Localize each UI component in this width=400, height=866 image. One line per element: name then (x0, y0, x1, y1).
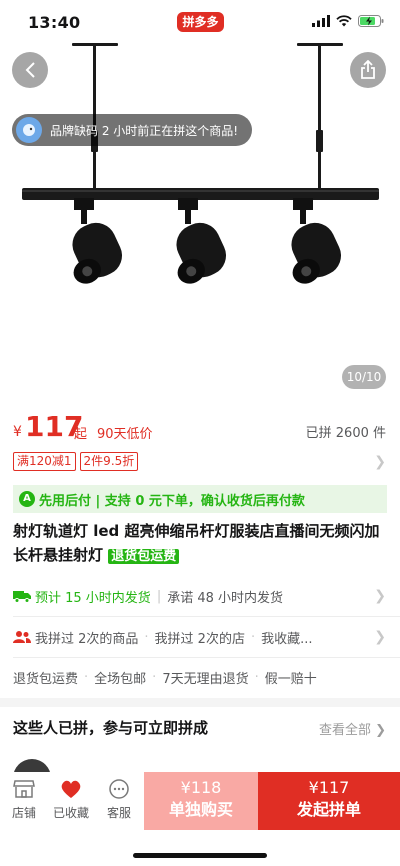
recent-buyer-toast: 品牌缺码 2 小时前正在拼这个商品! (12, 114, 253, 146)
sold-count: 已拼 2600 件 (305, 426, 386, 441)
buy-alone-price: ¥118 (180, 778, 222, 797)
share-icon (361, 60, 375, 79)
promo-row[interactable]: 满120减1 2件9.5折 ❯ (13, 452, 386, 474)
services-row[interactable]: 退货包运费 · 全场包邮 · 7天无理由退货 · 假一赔十 (13, 659, 386, 695)
signal-icon (312, 15, 330, 27)
group-buy-price: ¥117 (308, 778, 350, 797)
view-all-link[interactable]: 查看全部 ❯ (319, 719, 386, 738)
spotlight-2 (176, 198, 227, 284)
buy-alone-button[interactable]: ¥118 单独购买 (144, 772, 258, 830)
heart-filled-icon (61, 780, 81, 798)
section-separator (0, 698, 400, 707)
store-button[interactable]: 店铺 (2, 778, 46, 821)
spotlight-3 (291, 198, 342, 284)
divider (13, 616, 400, 617)
buyer-avatar (16, 117, 42, 143)
product-image (22, 43, 379, 284)
status-time: 13:40 (28, 13, 81, 32)
store-icon (13, 780, 35, 798)
bird-avatar-icon (23, 124, 35, 136)
image-counter: 10/10 (342, 365, 386, 389)
chat-bubble-icon (109, 779, 129, 799)
product-title: 射灯轨道灯 led 超亮伸缩吊杆灯服装店直播间无频闪加长杆悬挂射灯 退货包运费 (13, 519, 387, 569)
wifi-icon (336, 15, 352, 27)
toast-text: 品牌缺码 2 小时前正在拼这个商品! (50, 123, 239, 138)
service-item: 退货包运费 (13, 671, 79, 687)
shipping-estimate: 预计 15 小时内发货 (35, 590, 151, 606)
product-gallery[interactable]: 品牌缺码 2 小时前正在拼这个商品! 10/10 (0, 0, 400, 400)
status-bar: 13:40 拼多多 (0, 0, 400, 44)
chevron-right-icon: ❯ (374, 454, 386, 470)
product-title-text: 射灯轨道灯 led 超亮伸缩吊杆灯服装店直播间无频闪加长杆悬挂射灯 (13, 522, 380, 564)
service-item: 全场包邮 (94, 671, 147, 687)
separator: · (254, 669, 259, 685)
separator: | (156, 588, 162, 604)
store-label: 店铺 (11, 806, 36, 820)
price-suffix: 起 (74, 427, 88, 442)
home-indicator (133, 853, 267, 858)
status-icons (312, 15, 384, 27)
separator: · (152, 669, 157, 685)
group-buy-label: 发起拼单 (296, 800, 361, 819)
app-logo: 拼多多 (177, 12, 224, 32)
favorite-label: 已收藏 (52, 806, 89, 820)
history-item: 我拼过 2次的店 (154, 631, 245, 647)
shipping-promise: 承诺 48 小时内发货 (167, 590, 284, 606)
truck-icon (13, 591, 31, 603)
price-symbol: ¥ (13, 424, 22, 440)
history-item: 我收藏... (261, 631, 313, 647)
users-icon (13, 631, 31, 643)
start-group-buy-button[interactable]: ¥117 发起拼单 (258, 772, 400, 830)
separator: · (84, 669, 89, 685)
pay-later-icon: A (19, 491, 35, 507)
favorite-button[interactable]: 已收藏 (49, 778, 93, 821)
pay-later-text: 先用后付 | 支持 0 元下单，确认收货后再付款 (39, 493, 305, 509)
bottom-action-bar: 店铺 已收藏 客服 ¥118 单独购买 ¥117 发起拼单 (0, 772, 400, 830)
group-buy-title: 这些人已拼，参与可立即拼成 (13, 719, 209, 737)
chevron-right-icon: ❯ (375, 723, 386, 738)
promo-tag: 满120减1 (13, 452, 76, 471)
chevron-right-icon: ❯ (374, 629, 386, 645)
service-item: 假一赔十 (264, 671, 317, 687)
buy-alone-label: 单独购买 (168, 800, 233, 819)
customer-service-label: 客服 (106, 806, 131, 820)
spotlight-1 (72, 198, 123, 284)
customer-service-button[interactable]: 客服 (97, 778, 141, 821)
share-button[interactable] (350, 52, 386, 88)
chevron-right-icon: ❯ (374, 588, 386, 604)
pay-later-banner[interactable]: A 先用后付 | 支持 0 元下单，确认收货后再付款 (13, 485, 387, 513)
separator: · (144, 629, 149, 645)
history-item: 我拼过 2次的商品 (35, 631, 139, 647)
shipping-row[interactable]: 预计 15 小时内发货 | 承诺 48 小时内发货 ❯ (13, 578, 386, 614)
return-shipping-badge: 退货包运费 (108, 549, 180, 564)
promo-tag: 2件9.5折 (79, 452, 139, 471)
service-item: 7天无理由退货 (162, 671, 249, 687)
divider (13, 657, 400, 658)
back-arrow-icon (25, 62, 35, 78)
view-all-label: 查看全部 (318, 723, 371, 738)
battery-charging-icon (358, 15, 384, 27)
separator: · (250, 629, 256, 645)
low-price-tag: 90天低价 (97, 427, 153, 442)
price-row: ¥ 117 起 90天低价 已拼 2600 件 (13, 410, 386, 448)
back-button[interactable] (12, 52, 48, 88)
purchase-history-row[interactable]: 我拼过 2次的商品 · 我拼过 2次的店 · 我收藏... ❯ (13, 619, 386, 655)
